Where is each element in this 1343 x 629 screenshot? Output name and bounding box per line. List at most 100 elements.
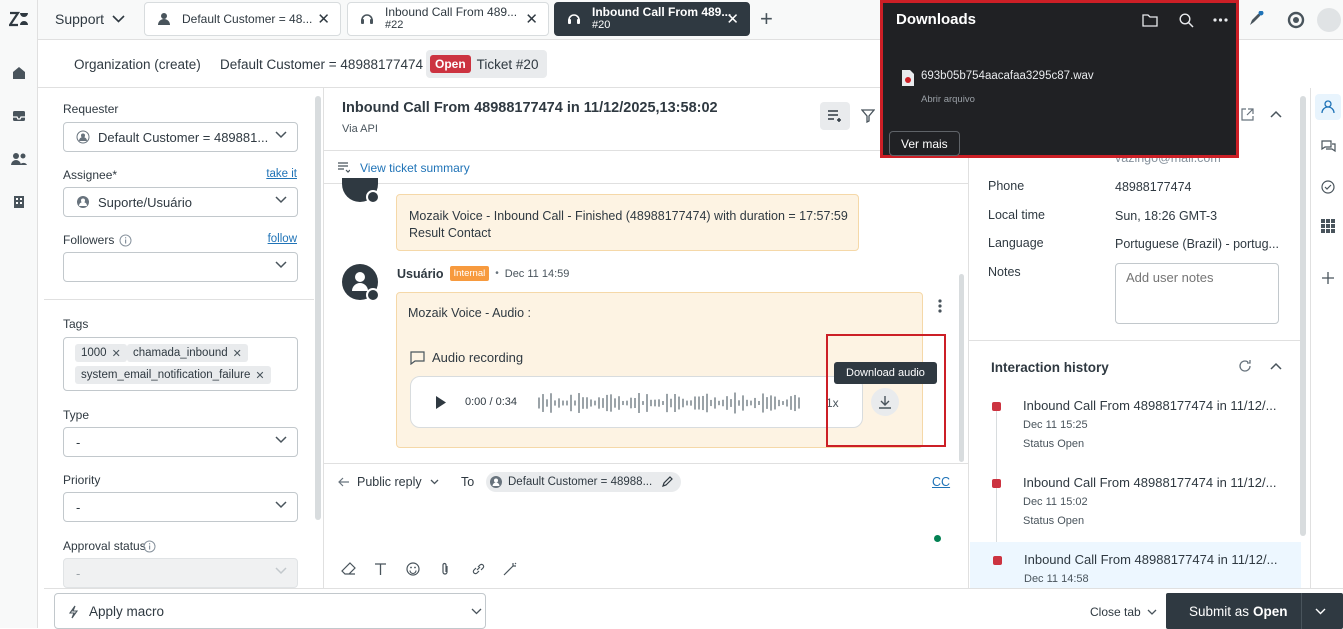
home-icon[interactable] — [8, 62, 30, 84]
attachment-icon[interactable] — [440, 562, 450, 576]
tag[interactable]: system_email_notification_failure ✕ — [75, 366, 271, 384]
product-switcher[interactable]: Support — [55, 11, 125, 27]
search-icon[interactable] — [1179, 13, 1194, 28]
open-file-link[interactable]: Abrir arquivo — [921, 94, 975, 105]
external-link-icon[interactable] — [1241, 108, 1254, 121]
users-icon[interactable] — [8, 148, 30, 170]
folder-icon[interactable] — [1142, 13, 1158, 27]
apps-grid-icon[interactable] — [1321, 219, 1335, 233]
waveform-bar — [762, 393, 764, 413]
ticket-list-button[interactable] — [820, 102, 850, 130]
author-name[interactable]: Usuário — [397, 267, 444, 281]
waveform-bar — [582, 397, 584, 409]
followers-select[interactable] — [63, 252, 298, 282]
waveform-bar — [538, 397, 540, 409]
tags-input[interactable]: 1000 ✕ chamada_inbound ✕ system_email_noti… — [63, 337, 298, 391]
organizations-icon[interactable] — [8, 191, 30, 213]
waveform-bar — [550, 393, 552, 413]
chevron-up-icon[interactable] — [1270, 362, 1282, 370]
breadcrumb-ticket[interactable]: Open Ticket #20 — [426, 50, 548, 78]
follow-link[interactable]: follow — [268, 233, 297, 245]
waveform-bar — [678, 396, 680, 410]
remove-tag-icon[interactable]: ✕ — [255, 369, 264, 382]
history-item[interactable]: Inbound Call From 48988177474 in 11/12/.… — [969, 388, 1301, 452]
tab-ticket-22[interactable]: Inbound Call From 489... #22 ✕ — [347, 2, 549, 36]
requester-select[interactable]: Default Customer = 489881... — [63, 122, 298, 152]
breadcrumb-customer[interactable]: Default Customer = 48988177474 — [220, 57, 423, 72]
tag-label: chamada_inbound — [133, 347, 228, 359]
check-circle-icon[interactable] — [1321, 180, 1335, 194]
assignee-select[interactable]: Suporte/Usuário — [63, 187, 298, 217]
conversations-icon[interactable] — [1321, 140, 1336, 154]
avatar[interactable] — [1317, 8, 1341, 32]
scrollbar[interactable] — [315, 96, 321, 520]
ticket-icon — [993, 556, 1002, 565]
zendesk-logo-icon[interactable] — [8, 8, 30, 30]
chevron-down-icon[interactable] — [1315, 608, 1326, 615]
view-summary-link[interactable]: View ticket summary — [360, 161, 470, 175]
waveform-bar — [638, 393, 640, 413]
edit-icon[interactable] — [661, 476, 674, 488]
submit-button[interactable]: Submit as Open — [1166, 593, 1343, 629]
recipient-pill[interactable]: Default Customer = 48988... — [486, 472, 682, 492]
approval-select: - — [63, 558, 298, 588]
help-icon[interactable] — [1287, 11, 1305, 29]
add-icon[interactable] — [1321, 271, 1335, 285]
notes-field[interactable] — [1115, 263, 1279, 324]
customer-context-button[interactable] — [1315, 94, 1341, 120]
see-more-button[interactable]: Ver mais — [889, 131, 960, 156]
emoji-icon[interactable] — [406, 562, 420, 576]
priority-select[interactable]: - — [63, 492, 298, 522]
avatar — [342, 178, 380, 204]
more-options-icon[interactable] — [938, 299, 942, 313]
breadcrumb: Organization (create) Default Customer =… — [38, 40, 968, 88]
play-icon[interactable] — [435, 395, 447, 410]
close-icon[interactable]: ✕ — [525, 12, 538, 27]
scrollbar[interactable] — [1300, 96, 1306, 536]
chevron-down-icon — [275, 501, 287, 509]
close-icon[interactable]: ✕ — [317, 12, 330, 27]
add-tab-icon[interactable]: + — [760, 6, 773, 32]
waveform-bar — [718, 400, 720, 406]
take-it-link[interactable]: take it — [266, 168, 297, 180]
history-title: Inbound Call From 48988177474 in 11/12/.… — [1023, 398, 1277, 413]
remove-tag-icon[interactable]: ✕ — [233, 347, 242, 360]
eraser-icon[interactable] — [341, 562, 356, 576]
apply-macro-select[interactable]: Apply macro — [54, 593, 486, 629]
tag[interactable]: chamada_inbound ✕ — [127, 344, 248, 362]
waveform-bar — [774, 396, 776, 410]
tab-ticket-20[interactable]: Inbound Call From 489... #20 ✕ — [554, 2, 750, 36]
chevron-up-icon[interactable] — [1270, 110, 1282, 118]
close-icon[interactable]: ✕ — [726, 12, 739, 27]
tab-customer[interactable]: Default Customer = 48... ✕ — [144, 2, 341, 36]
rocket-icon[interactable] — [1246, 11, 1264, 29]
refresh-icon[interactable] — [1238, 359, 1252, 373]
cc-link[interactable]: CC — [932, 475, 950, 489]
close-tab-select[interactable]: Close tab — [1090, 605, 1157, 619]
history-item-selected[interactable]: Inbound Call From 48988177474 in 11/12/.… — [970, 542, 1301, 588]
link-icon[interactable] — [471, 562, 486, 576]
phone-label: Phone — [988, 179, 1025, 193]
audio-heading: Audio recording — [410, 350, 523, 365]
scrollbar[interactable] — [959, 274, 964, 462]
tag[interactable]: 1000 ✕ — [75, 344, 127, 362]
reply-mode-select[interactable]: Public reply — [338, 475, 439, 489]
info-icon[interactable] — [143, 540, 156, 553]
history-item[interactable]: Inbound Call From 48988177474 in 11/12/.… — [969, 465, 1301, 529]
filter-icon[interactable] — [861, 109, 875, 123]
presence-indicator — [934, 535, 941, 542]
to-label: To — [461, 475, 475, 489]
phone-value[interactable]: 48988177474 — [1115, 180, 1191, 194]
text-format-icon[interactable] — [374, 562, 387, 576]
info-icon[interactable] — [119, 234, 132, 247]
magic-wand-icon[interactable] — [503, 562, 518, 576]
breadcrumb-organization[interactable]: Organization (create) — [74, 57, 201, 72]
inbox-icon[interactable] — [8, 105, 30, 127]
waveform-bar — [690, 400, 692, 406]
type-select[interactable]: - — [63, 427, 298, 457]
tab-title: Default Customer = 48... — [182, 11, 313, 26]
remove-tag-icon[interactable]: ✕ — [112, 347, 121, 360]
download-filename[interactable]: 693b05b754aacafaa3295c87.wav — [921, 70, 1094, 82]
more-options-icon[interactable] — [1213, 18, 1228, 22]
waveform-icon[interactable] — [538, 389, 803, 417]
